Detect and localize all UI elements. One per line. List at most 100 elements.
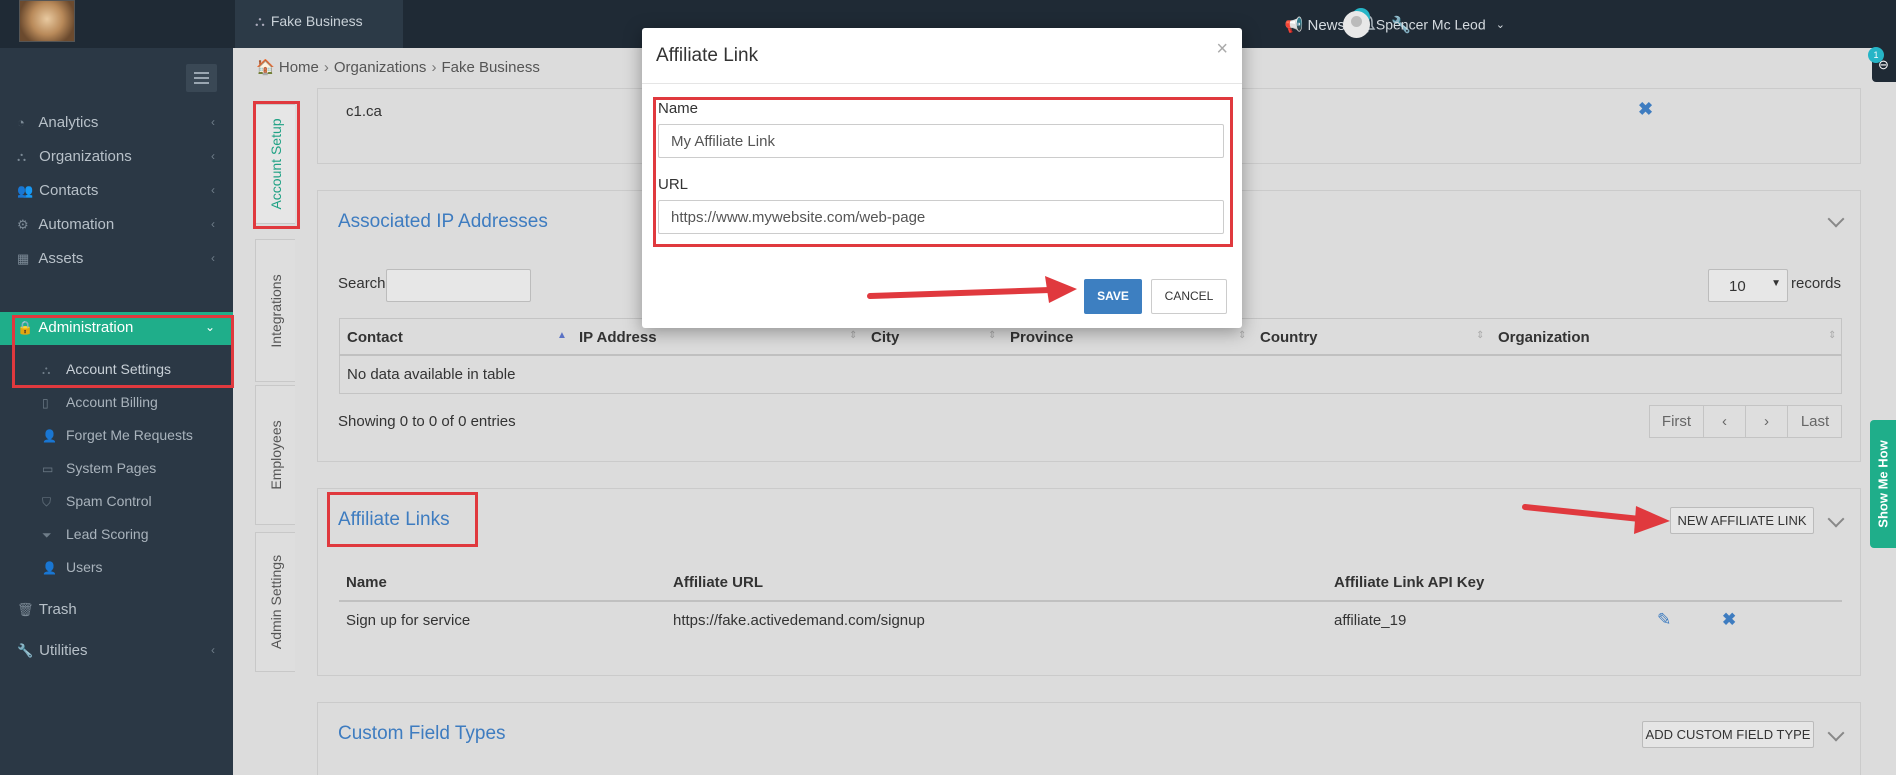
column-header[interactable]: Contact xyxy=(347,329,403,346)
records-label: records xyxy=(1791,275,1842,292)
tab-integrations[interactable]: Integrations xyxy=(255,239,295,382)
chevron-down-icon: ⌄ xyxy=(1495,19,1505,31)
sidebar-item-utilities[interactable]: 🔧 Utilities ‹ xyxy=(0,635,233,669)
records-select[interactable]: 10 ▼ xyxy=(1708,269,1788,302)
dashboard-icon: ◔ xyxy=(17,115,25,130)
sidebar-subitem-users[interactable]: 👤 Users xyxy=(0,553,233,583)
sidebar-item-label: Analytics xyxy=(38,114,99,131)
affiliate-name: Sign up for service xyxy=(346,612,471,629)
sort-icon[interactable]: ⇕ xyxy=(1476,330,1484,341)
table-row: Sign up for service https://fake.actived… xyxy=(339,602,1842,640)
breadcrumb-home[interactable]: Home xyxy=(279,59,319,76)
column-header[interactable]: Organization xyxy=(1498,329,1590,346)
chevron-left-icon: ‹ xyxy=(211,183,215,197)
affiliate-table-header: Name Affiliate URL Affiliate Link API Ke… xyxy=(339,564,1842,602)
sidebar-subitem-spam-control[interactable]: ⛉ Spam Control xyxy=(0,487,233,517)
collapse-chevron-icon[interactable] xyxy=(1827,210,1845,228)
avatar xyxy=(1342,11,1370,38)
column-header: Name xyxy=(346,574,387,591)
show-me-how-button[interactable]: Show Me How xyxy=(1870,420,1896,548)
close-icon[interactable]: × xyxy=(1216,38,1228,61)
pager-prev[interactable]: ‹ xyxy=(1704,406,1746,437)
show-me-how-label: Show Me How xyxy=(1875,440,1891,528)
sidebar-subitem-label: Lead Scoring xyxy=(66,526,149,542)
chevron-left-icon: ‹ xyxy=(211,251,215,265)
sort-asc-icon[interactable]: ▲ xyxy=(557,330,567,341)
sidebar-item-analytics[interactable]: ◔ Analytics ‹ xyxy=(0,107,233,141)
sort-icon[interactable]: ⇕ xyxy=(1828,330,1836,341)
sidebar-subitem-label: Account Billing xyxy=(66,394,158,410)
sidebar-item-contacts[interactable]: 👥 Contacts ‹ xyxy=(0,175,233,209)
edit-pencil-icon[interactable]: ✎ xyxy=(1657,610,1671,630)
pager-last[interactable]: Last xyxy=(1788,406,1842,437)
new-affiliate-link-button[interactable]: NEW AFFILIATE LINK xyxy=(1670,507,1814,534)
sidebar-item-label: Assets xyxy=(38,250,84,267)
column-header[interactable]: Country xyxy=(1260,329,1318,346)
grid-icon: ▦ xyxy=(17,251,30,266)
pager-next[interactable]: › xyxy=(1746,406,1788,437)
collapse-chevron-icon[interactable] xyxy=(1827,510,1845,528)
filter-icon: ⏷ xyxy=(42,528,52,542)
column-header[interactable]: Province xyxy=(1010,329,1073,346)
wrench-icon: 🔧 xyxy=(17,643,34,658)
sidebar-item-trash[interactable]: 🗑 Trash xyxy=(0,594,233,628)
sidebar: ◔ Analytics ‹ ⛬ Organizations ‹ 👥 Contac… xyxy=(0,48,233,775)
search-label: Search: xyxy=(338,275,390,292)
sidebar-item-assets[interactable]: ▦ Assets ‹ xyxy=(0,243,233,277)
annotation-box-affiliate-title xyxy=(327,492,478,547)
chevron-left-icon: ‹ xyxy=(211,149,215,163)
panel-title: Custom Field Types xyxy=(338,723,506,744)
sidebar-item-automation[interactable]: ⚙ Automation ‹ xyxy=(0,209,233,243)
sort-icon[interactable]: ⇕ xyxy=(988,330,996,341)
chevron-left-icon: ‹ xyxy=(211,217,215,231)
sidebar-subitem-system-pages[interactable]: ▭ System Pages xyxy=(0,454,233,484)
search-input[interactable] xyxy=(386,269,531,302)
delete-icon[interactable]: ✖ xyxy=(1722,610,1736,630)
caret-down-icon: ▼ xyxy=(1771,278,1781,289)
menu-toggle-icon[interactable] xyxy=(186,64,217,92)
chevron-left-icon: ‹ xyxy=(211,643,215,657)
cancel-button[interactable]: CANCEL xyxy=(1151,279,1227,314)
breadcrumb-organizations[interactable]: Organizations xyxy=(334,59,427,76)
pagination: First ‹ › Last xyxy=(1649,405,1842,438)
corner-badge: 1 xyxy=(1868,47,1884,63)
delete-icon[interactable]: ✖ xyxy=(1638,99,1653,120)
showing-entries: Showing 0 to 0 of 0 entries xyxy=(338,413,516,430)
sort-icon[interactable]: ⇕ xyxy=(1238,330,1246,341)
user-x-icon: 👤 xyxy=(42,429,57,443)
user-menu[interactable]: Spencer Mc Leod ⌄ xyxy=(1342,11,1505,38)
sort-icon[interactable]: ⇕ xyxy=(849,330,857,341)
breadcrumb-current: Fake Business xyxy=(441,59,540,76)
sidebar-subitem-label: Forget Me Requests xyxy=(66,427,193,443)
sidebar-item-label: Organizations xyxy=(39,148,132,165)
tab-admin-settings[interactable]: Admin Settings xyxy=(255,532,295,672)
affiliate-api-key: affiliate_19 xyxy=(1334,612,1407,629)
table-row: No data available in table xyxy=(339,356,1842,394)
sidebar-subitem-account-billing[interactable]: ▯ Account Billing xyxy=(0,388,233,418)
sidebar-subitem-forget-me[interactable]: 👤 Forget Me Requests xyxy=(0,421,233,451)
save-button[interactable]: SAVE xyxy=(1084,279,1142,314)
news-label: News xyxy=(1307,17,1345,34)
sidebar-subitem-label: Spam Control xyxy=(66,493,152,509)
modal-title: Affiliate Link xyxy=(656,45,759,66)
sidebar-subitem-label: System Pages xyxy=(66,460,157,476)
pager-first[interactable]: First xyxy=(1650,406,1704,437)
tab-employees[interactable]: Employees xyxy=(255,385,295,525)
empty-message: No data available in table xyxy=(347,366,516,383)
sidebar-item-label: Contacts xyxy=(39,182,99,199)
sidebar-item-label: Utilities xyxy=(39,642,88,659)
custom-field-types-panel: Custom Field Types ADD CUSTOM FIELD TYPE xyxy=(317,702,1861,775)
sidebar-item-label: Automation xyxy=(38,216,115,233)
records-value: 10 xyxy=(1729,278,1746,295)
column-header[interactable]: IP Address xyxy=(579,329,657,346)
sidebar-item-organizations[interactable]: ⛬ Organizations ‹ xyxy=(0,141,233,175)
user-name: Spencer Mc Leod xyxy=(1375,16,1486,33)
add-custom-field-type-button[interactable]: ADD CUSTOM FIELD TYPE xyxy=(1642,721,1814,748)
chevron-left-icon: ‹ xyxy=(211,115,215,129)
column-header[interactable]: City xyxy=(871,329,899,346)
panel-title: Associated IP Addresses xyxy=(338,211,548,232)
collapse-chevron-icon[interactable] xyxy=(1827,724,1845,742)
home-icon: 🏠 xyxy=(256,59,275,76)
news-link[interactable]: 📢 News xyxy=(1285,16,1345,34)
sidebar-subitem-lead-scoring[interactable]: ⏷ Lead Scoring xyxy=(0,520,233,550)
